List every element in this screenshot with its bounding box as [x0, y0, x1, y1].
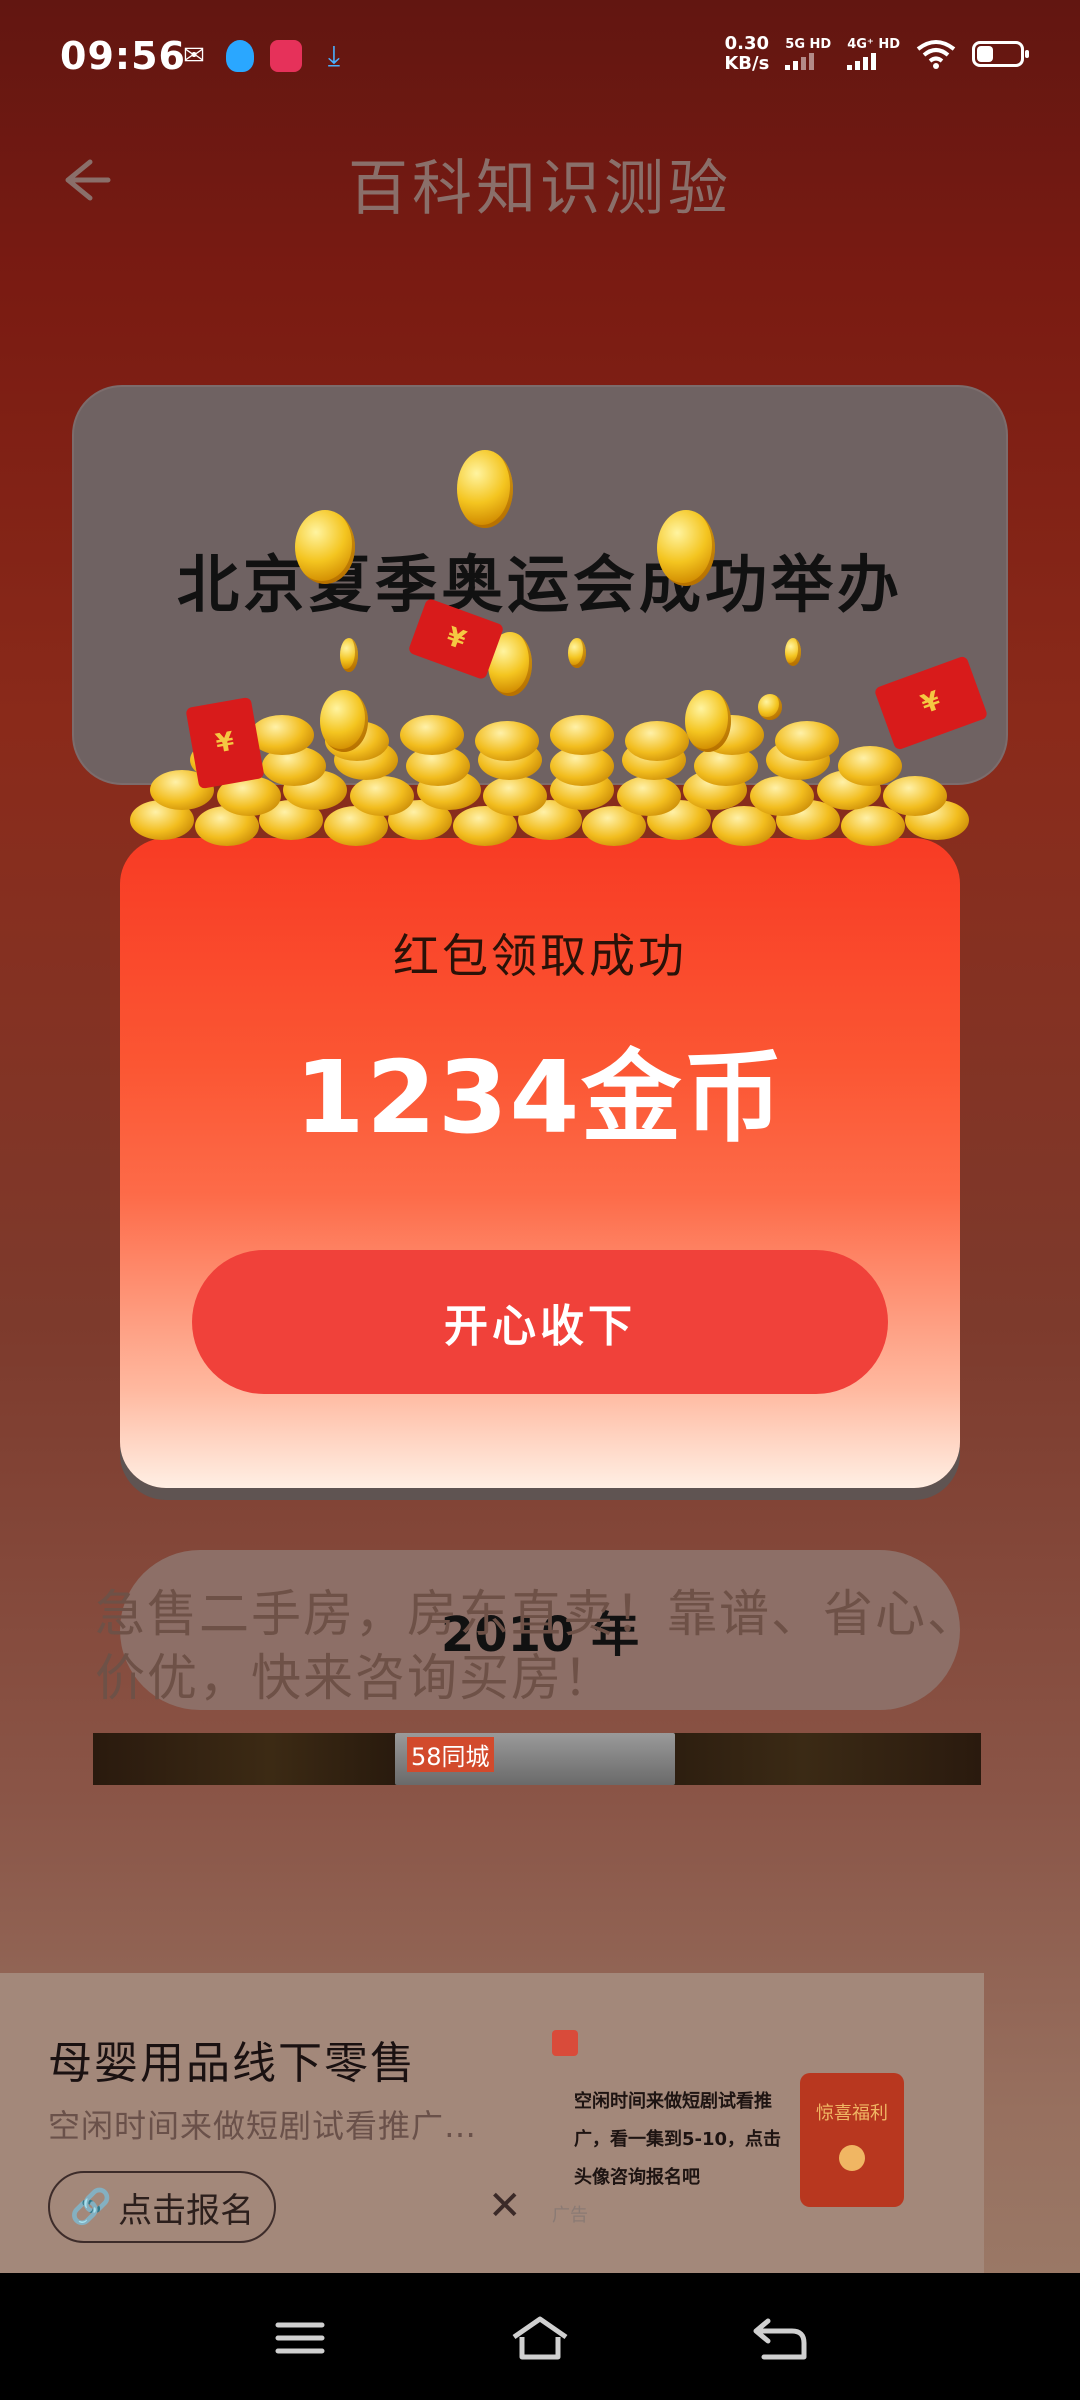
- net-speed-value: 0.30: [724, 33, 770, 54]
- pile-coin: [550, 715, 614, 755]
- coin-icon: [340, 638, 358, 672]
- system-nav-bar: [0, 2273, 1080, 2400]
- coin-icon: [568, 638, 586, 668]
- download-icon: ⤓: [327, 39, 341, 72]
- app-icon: [270, 40, 302, 72]
- sim2-label: 4G⁺ HD: [847, 37, 900, 52]
- pile-coin: [625, 721, 689, 761]
- accept-reward-label: 开心收下: [444, 1301, 636, 1352]
- wechat-icon: ✉: [183, 41, 205, 71]
- reward-popup: 红包领取成功 1234金币 开心收下: [120, 838, 960, 1488]
- signup-button-label: 点击报名: [118, 2190, 255, 2231]
- back-nav-button[interactable]: [750, 2313, 810, 2363]
- sim1-label: 5G HD: [785, 37, 832, 52]
- signal-bars-icon: [785, 52, 815, 70]
- reward-title: 红包领取成功: [393, 929, 687, 983]
- pile-coin: [750, 776, 814, 816]
- coin-icon: [295, 510, 355, 584]
- qq-icon: [226, 40, 254, 72]
- video-ad-strip[interactable]: 58同城: [93, 1733, 981, 1785]
- status-right: 0.30 KB/s 5G HD 4G⁺ HD: [724, 34, 1029, 74]
- ad-banner-title: 母婴用品线下零售: [48, 2038, 416, 2089]
- link-icon: 🔗: [69, 2187, 113, 2227]
- accept-reward-button[interactable]: 开心收下: [192, 1250, 888, 1394]
- ad-close-button[interactable]: ✕: [488, 2183, 522, 2229]
- pile-coin: [775, 721, 839, 761]
- ad-thumb-text: 空闲时间来做短剧试看推广，看一集到5-10，点击头像咨询报名吧: [574, 2091, 782, 2188]
- notification-icons: ✉ ⤓: [178, 39, 350, 72]
- coin-icon: [685, 690, 731, 752]
- pile-coin: [838, 746, 902, 786]
- sim2-signal: 4G⁺ HD: [847, 38, 900, 70]
- coin-icon: [758, 694, 782, 720]
- menu-button[interactable]: [270, 2313, 330, 2363]
- battery-fill: [977, 46, 994, 62]
- net-speed: 0.30 KB/s: [724, 34, 769, 74]
- battery-icon: [972, 41, 1029, 67]
- coin-icon: [657, 510, 715, 586]
- coin-icon: [839, 2145, 865, 2171]
- pile-coin: [400, 715, 464, 755]
- video-thumb: 58同城: [395, 1733, 675, 1785]
- ad-banner-subtitle: 空闲时间来做短剧试看推广…: [48, 2107, 478, 2145]
- ad-thumb-badge: 惊喜福利: [816, 2103, 888, 2124]
- red-packet-icon: ¥: [185, 696, 265, 790]
- background-ad-text[interactable]: 急售二手房，房东直卖！靠谱、省心、价优，快来咨询买房！: [95, 1582, 995, 1710]
- coin-icon: [320, 690, 368, 752]
- menu-icon: [275, 2322, 325, 2354]
- pile-coin: [350, 776, 414, 816]
- wifi-icon: [916, 39, 956, 69]
- return-icon: [753, 2318, 807, 2360]
- status-bar: 09:56 ✉ ⤓ 0.30 KB/s 5G HD 4G⁺ HD: [0, 0, 1080, 120]
- ad-thumb-redpacket: 惊喜福利: [800, 2073, 904, 2207]
- ad-thumb-tag: 广告: [552, 2205, 588, 2226]
- status-time: 09:56: [60, 34, 186, 78]
- net-speed-unit: KB/s: [724, 53, 770, 74]
- pile-coin: [883, 776, 948, 816]
- signup-button[interactable]: 🔗 点击报名: [48, 2171, 276, 2243]
- coins-decoration: ¥ ¥ ¥: [130, 440, 989, 860]
- coin-icon: [785, 638, 801, 666]
- sim1-signal: 5G HD: [785, 38, 831, 70]
- reward-amount: 1234金币: [294, 1039, 786, 1156]
- signal-bars-icon: [847, 52, 877, 70]
- coin-icon: [457, 450, 513, 528]
- home-button[interactable]: [510, 2313, 570, 2363]
- pile-coin: [483, 776, 548, 816]
- pile-coin: [616, 776, 681, 816]
- page-title: 百科知识测验: [348, 154, 732, 224]
- bottom-ad-banner[interactable]: 母婴用品线下零售 空闲时间来做短剧试看推广… 🔗 点击报名 ✕ 空闲时间来做短剧…: [0, 1973, 984, 2273]
- video-thumb-tag: 58同城: [407, 1737, 494, 1772]
- pile-coin: [475, 721, 539, 761]
- home-icon: [512, 2316, 568, 2360]
- ad-app-logo: [552, 2030, 578, 2056]
